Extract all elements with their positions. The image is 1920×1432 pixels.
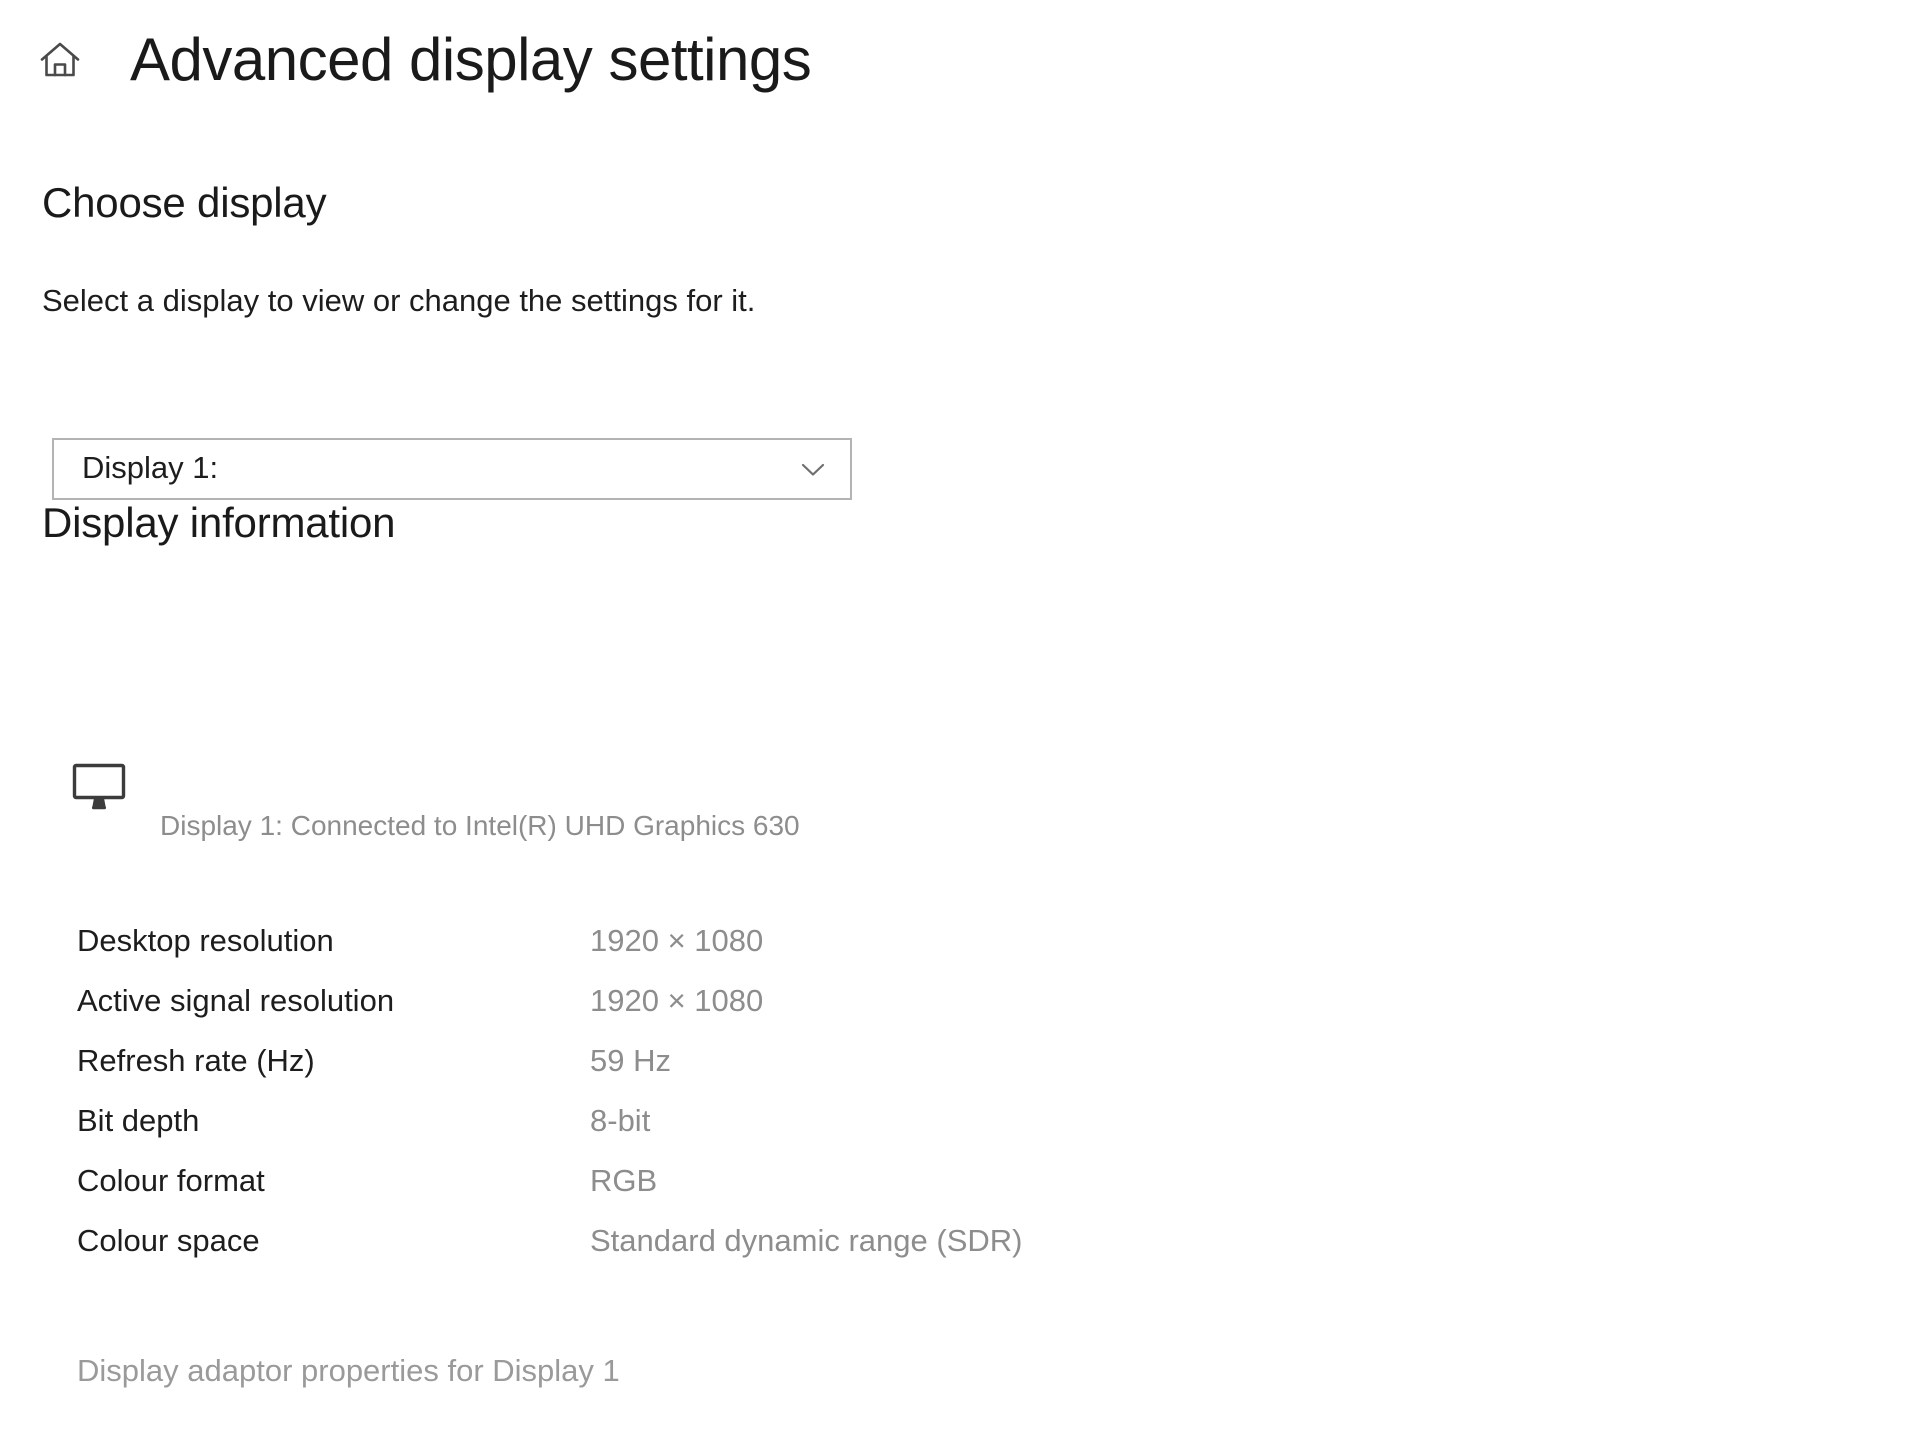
advanced-display-settings-page: Advanced display settings Choose display… [0, 0, 1920, 1432]
spec-value: 1920 × 1080 [590, 983, 764, 1018]
spec-value: Standard dynamic range (SDR) [590, 1223, 1023, 1258]
spec-label: Bit depth [77, 1103, 200, 1138]
table-row: Refresh rate (Hz) 59 Hz [77, 1045, 1377, 1105]
chevron-down-icon[interactable] [794, 450, 832, 488]
spec-value: RGB [590, 1163, 658, 1198]
table-row: Bit depth 8-bit [77, 1105, 1377, 1165]
spec-label: Colour space [77, 1223, 260, 1258]
page-header: Advanced display settings [38, 18, 812, 102]
home-icon[interactable] [38, 38, 82, 82]
spec-label: Refresh rate (Hz) [77, 1043, 315, 1078]
table-row: Desktop resolution 1920 × 1080 [77, 925, 1377, 985]
page-title: Advanced display settings [130, 26, 812, 93]
display-selector-dropdown[interactable]: Display 1: [52, 438, 852, 500]
table-row: Colour format RGB [77, 1165, 1377, 1225]
display-specs-table: Desktop resolution 1920 × 1080 Active si… [77, 925, 1377, 1285]
display-adaptor-properties-link[interactable]: Display adaptor properties for Display 1 [77, 1355, 620, 1386]
spec-label: Colour format [77, 1163, 265, 1198]
spec-label: Desktop resolution [77, 923, 334, 958]
spec-label: Active signal resolution [77, 983, 395, 1018]
display-selector-value: Display 1: [82, 450, 219, 485]
display-connection-caption: Display 1: Connected to Intel(R) UHD Gra… [160, 810, 800, 841]
display-information-heading: Display information [42, 499, 396, 546]
choose-display-subtext: Select a display to view or change the s… [42, 283, 756, 318]
spec-value: 59 Hz [590, 1043, 671, 1078]
spec-value: 8-bit [590, 1103, 651, 1138]
monitor-icon [70, 762, 128, 812]
table-row: Active signal resolution 1920 × 1080 [77, 985, 1377, 1045]
display-device-row: Display 1: Connected to Intel(R) UHD Gra… [62, 762, 1462, 852]
spec-value: 1920 × 1080 [590, 923, 764, 958]
choose-display-heading: Choose display [42, 179, 327, 226]
table-row: Colour space Standard dynamic range (SDR… [77, 1225, 1377, 1285]
